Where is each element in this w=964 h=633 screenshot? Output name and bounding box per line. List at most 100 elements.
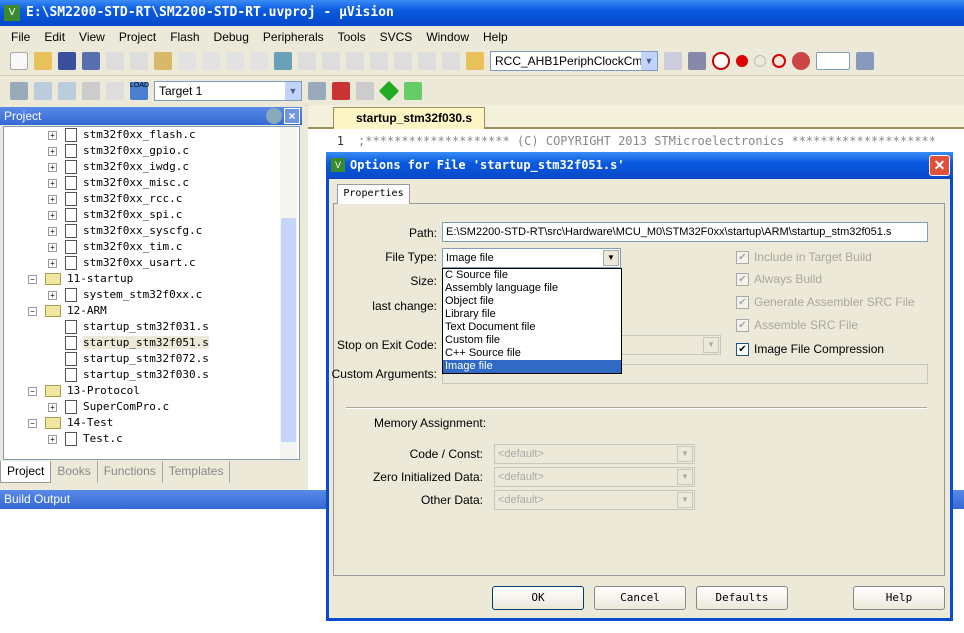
chevron-down-icon[interactable]: ▼	[677, 492, 693, 508]
expand-icon[interactable]: +	[48, 242, 57, 252]
menu-tools[interactable]: Tools	[331, 30, 373, 44]
memory-select[interactable]: <default> ▼	[494, 490, 695, 510]
cancel-button[interactable]: Cancel	[594, 586, 686, 610]
scrollbar-thumb[interactable]	[281, 218, 296, 442]
tree-file[interactable]: startup_stm32f051.s	[48, 335, 209, 351]
menu-window[interactable]: Window	[419, 30, 476, 44]
load-icon[interactable]: LOAD	[130, 82, 149, 100]
pin-icon[interactable]	[266, 108, 282, 124]
breakpoint-icon[interactable]	[736, 55, 748, 67]
menu-peripherals[interactable]: Peripherals	[256, 30, 331, 44]
dialog-close-button[interactable]: ✕	[929, 155, 950, 176]
file-type-option[interactable]: C++ Source file	[443, 347, 621, 360]
prev-bookmark-icon[interactable]	[298, 52, 316, 70]
checkbox-assemble-src-file[interactable]: ✔ Assemble SRC File	[736, 318, 858, 333]
file-type-option[interactable]: Object file	[443, 295, 621, 308]
file-type-dropdown-list[interactable]: C Source file Assembly language file Objec…	[442, 268, 622, 374]
tab-functions[interactable]: Functions	[98, 461, 163, 483]
path-field[interactable]: E:\SM2200-STD-RT\src\Hardware\MCU_M0\STM…	[442, 222, 928, 242]
manage-rte-icon[interactable]	[378, 80, 400, 102]
tree-file[interactable]: + stm32f0xx_flash.c	[48, 127, 196, 143]
chevron-down-icon[interactable]: ▼	[285, 82, 301, 100]
unindent-icon[interactable]	[394, 52, 412, 70]
paste-icon[interactable]	[154, 52, 172, 70]
tree-file[interactable]: + stm32f0xx_misc.c	[48, 175, 189, 191]
menu-debug[interactable]: Debug	[207, 30, 256, 44]
incremental-find-icon[interactable]	[688, 52, 706, 70]
checkbox-include-in-target-build[interactable]: ✔ Include in Target Build	[736, 250, 872, 265]
indent-icon[interactable]	[370, 52, 388, 70]
tree-file[interactable]: + stm32f0xx_usart.c	[48, 255, 196, 271]
tree-file[interactable]: + stm32f0xx_gpio.c	[48, 143, 189, 159]
new-file-icon[interactable]	[10, 52, 28, 70]
tree-file[interactable]: + stm32f0xx_spi.c	[48, 207, 182, 223]
tree-file[interactable]: + stm32f0xx_tim.c	[48, 239, 182, 255]
forward-icon[interactable]	[250, 52, 268, 70]
tree-file[interactable]: startup_stm32f030.s	[48, 367, 209, 383]
close-icon[interactable]: ×	[284, 108, 300, 124]
check-icon[interactable]: ✔	[736, 251, 749, 265]
target-options-icon[interactable]	[308, 82, 326, 100]
checkbox-generate-assembler-src-file[interactable]: ✔ Generate Assembler SRC File	[736, 295, 915, 310]
tree-folder[interactable]: − 11-startup	[28, 271, 133, 287]
menu-view[interactable]: View	[72, 30, 112, 44]
menu-flash[interactable]: Flash	[163, 30, 206, 44]
editor-tab[interactable]: startup_stm32f030.s	[333, 107, 485, 129]
chevron-down-icon[interactable]: ▼	[677, 446, 693, 462]
expand-icon[interactable]: +	[48, 194, 57, 204]
cut-icon[interactable]	[106, 52, 124, 70]
tab-templates[interactable]: Templates	[163, 461, 231, 483]
collapse-icon[interactable]: −	[28, 274, 37, 284]
debug-session-icon[interactable]	[712, 52, 730, 70]
check-icon[interactable]: ✔	[736, 343, 749, 357]
menu-svcs[interactable]: SVCS	[373, 30, 420, 44]
tree-folder[interactable]: − 13-Protocol	[28, 383, 140, 399]
file-type-option[interactable]: Text Document file	[443, 321, 621, 334]
chevron-down-icon[interactable]: ▼	[641, 52, 657, 70]
check-icon[interactable]: ✔	[736, 273, 749, 287]
expand-icon[interactable]: +	[48, 290, 57, 300]
redo-icon[interactable]	[202, 52, 220, 70]
file-type-option[interactable]: Assembly language file	[443, 282, 621, 295]
batch-build-icon[interactable]	[82, 82, 100, 100]
expand-icon[interactable]: +	[48, 226, 57, 236]
clear-bookmarks-icon[interactable]	[346, 52, 364, 70]
file-type-select[interactable]: Image file ▼	[442, 248, 621, 268]
checkbox-image-file-compression[interactable]: ✔ Image File Compression	[736, 342, 884, 357]
menu-project[interactable]: Project	[112, 30, 163, 44]
file-type-option[interactable]: C Source file	[443, 269, 621, 282]
check-icon[interactable]: ✔	[736, 319, 749, 333]
tree-file[interactable]: + stm32f0xx_iwdg.c	[48, 159, 189, 175]
kill-breakpoints-icon[interactable]	[792, 52, 810, 70]
tree-file[interactable]: + stm32f0xx_rcc.c	[48, 191, 182, 207]
find-icon[interactable]	[664, 52, 682, 70]
disable-breakpoint-icon[interactable]	[754, 55, 766, 67]
expand-icon[interactable]: +	[48, 210, 57, 220]
chevron-down-icon[interactable]: ▼	[677, 469, 693, 485]
memory-select[interactable]: <default> ▼	[494, 467, 695, 487]
pack-installer-icon[interactable]	[404, 82, 422, 100]
next-bookmark-icon[interactable]	[322, 52, 340, 70]
help-button[interactable]: Help	[853, 586, 945, 610]
save-all-icon[interactable]	[82, 52, 100, 70]
back-icon[interactable]	[226, 52, 244, 70]
collapse-icon[interactable]: −	[28, 306, 37, 316]
find-in-files-icon[interactable]	[466, 52, 484, 70]
build-icon[interactable]	[34, 82, 52, 100]
comment-icon[interactable]	[418, 52, 436, 70]
tree-folder[interactable]: − 12-ARM	[28, 303, 107, 319]
tree-file[interactable]: + Test.c	[48, 431, 123, 447]
find-combo[interactable]: RCC_AHB1PeriphClockCmd ▼	[490, 51, 658, 71]
manage-components-icon[interactable]	[332, 82, 350, 100]
chevron-down-icon[interactable]: ▼	[603, 250, 619, 266]
file-type-option[interactable]: Image file	[443, 360, 621, 373]
menu-file[interactable]: File	[4, 30, 37, 44]
check-icon[interactable]: ✔	[736, 296, 749, 310]
checkbox-always-build[interactable]: ✔ Always Build	[736, 272, 822, 287]
stop-build-icon[interactable]	[106, 82, 124, 100]
collapse-icon[interactable]: −	[28, 418, 37, 428]
open-icon[interactable]	[34, 52, 52, 70]
ok-button[interactable]: OK	[492, 586, 584, 610]
file-type-option[interactable]: Custom file	[443, 334, 621, 347]
expand-icon[interactable]: +	[48, 178, 57, 188]
